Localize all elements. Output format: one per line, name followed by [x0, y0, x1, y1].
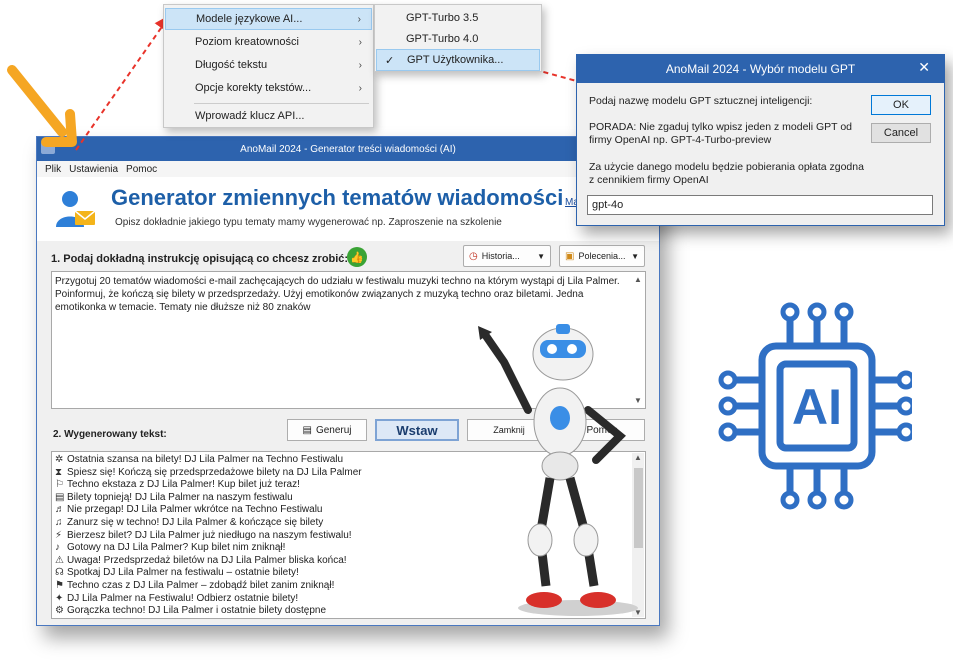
dialog-prompt: Podaj nazwę modelu GPT sztucznej intelig…	[589, 95, 813, 107]
list-item-text: Spiesz się! Kończą się przedsprzedażowe …	[67, 466, 362, 478]
dialog-titlebar: AnoMail 2024 - Wybór modelu GPT ✕	[577, 55, 944, 83]
submenu-item-gpt35[interactable]: GPT-Turbo 3.5	[376, 7, 540, 29]
emoji-icon: ♫	[55, 516, 63, 528]
menu-item-label: Modele językowe AI...	[196, 13, 303, 25]
menu-separator	[194, 103, 369, 104]
emoji-icon: ☊	[55, 567, 64, 579]
ok-button[interactable]: OK	[871, 95, 931, 115]
dialog-fee-note: Za użycie danego modelu będzie pobierani…	[589, 161, 864, 186]
ai-chip-icon: AI	[718, 302, 912, 510]
highlight-arrow-icon	[7, 65, 77, 147]
menu-item-text-length[interactable]: Długość tekstu ›	[165, 54, 372, 76]
close-icon[interactable]: ✕	[918, 59, 930, 76]
emoji-icon: ♬	[55, 504, 65, 516]
insert-button[interactable]: Wstaw	[375, 419, 459, 441]
submenu-item-label: GPT-Turbo 4.0	[406, 33, 479, 45]
menubar: Plik Ustawienia Pomoc	[37, 161, 659, 177]
menu-item-api-key[interactable]: Wprowadź klucz API...	[165, 105, 372, 127]
list-item-text: Bierzesz bilet? DJ Lila Palmer już niedł…	[67, 529, 352, 541]
commands-label: Polecenia...	[578, 251, 626, 261]
list-item-text: Bilety topnieją! DJ Lila Palmer na naszy…	[67, 491, 293, 503]
emoji-icon: ✦	[55, 592, 64, 604]
submenu-item-custom[interactable]: ✓ GPT Użytkownika...	[376, 49, 540, 71]
list-item-text: Zanurz się w techno! DJ Lila Palmer & ko…	[67, 516, 324, 528]
robot-illustration	[478, 324, 638, 616]
section1-label: 1. Podaj dokładną instrukcję opisującą c…	[51, 253, 349, 265]
model-dialog: AnoMail 2024 - Wybór modelu GPT ✕ Podaj …	[576, 54, 945, 226]
emoji-icon: ⚐	[55, 479, 64, 491]
dialog-title: AnoMail 2024 - Wybór modelu GPT	[665, 62, 856, 76]
cancel-button[interactable]: Cancel	[871, 123, 931, 143]
list-item-text: Spotkaj DJ Lila Palmer na festiwalu – os…	[67, 567, 299, 579]
menu-settings[interactable]: Ustawienia	[69, 164, 118, 175]
submenu-item-label: GPT Użytkownika...	[407, 54, 504, 66]
ai-chip-label: AI	[792, 379, 842, 435]
settings-menu: Modele językowe AI... › Poziom kreatowno…	[163, 4, 374, 128]
generate-button[interactable]: ▤ Generuj	[287, 419, 367, 441]
menu-item-label: Poziom kreatowności	[195, 36, 299, 48]
menu-item-label: Długość tekstu	[195, 59, 268, 71]
checkmark-icon: ✓	[385, 54, 395, 67]
list-item-text: Ostatnia szansa na bilety! DJ Lila Palme…	[67, 454, 344, 465]
list-item-text: Nie przegap! DJ Lila Palmer wkrótce na T…	[67, 504, 323, 516]
submenu-item-gpt40[interactable]: GPT-Turbo 4.0	[376, 28, 540, 50]
instruction-text: Przygotuj 20 tematów wiadomości e-mail z…	[55, 276, 620, 313]
history-label: Historia...	[481, 251, 520, 261]
emoji-icon: ⧗	[55, 466, 63, 478]
chevron-down-icon: ▼	[537, 251, 545, 261]
models-submenu: GPT-Turbo 3.5 GPT-Turbo 4.0 ✓ GPT Użytko…	[374, 4, 542, 72]
user-mail-icon	[56, 191, 96, 227]
menu-item-label: Opcje korekty tekstów...	[195, 82, 312, 94]
list-item-text: Uwaga! Przedsprzedaż biletów na DJ Lila …	[67, 554, 347, 566]
list-item-text: DJ Lila Palmer na Festiwalu! Odbierz ost…	[67, 592, 299, 604]
scroll-up-icon[interactable]: ▲	[634, 273, 642, 286]
emoji-icon: ▤	[55, 491, 65, 503]
history-dropdown[interactable]: ◷ Historia... ▼	[463, 245, 551, 267]
insert-label: Wstaw	[396, 422, 438, 438]
header: Generator zmiennych tematów wiadomości O…	[37, 177, 659, 241]
chevron-right-icon: ›	[358, 82, 362, 94]
chevron-right-icon: ›	[358, 59, 362, 71]
list-item-text: Gotowy na DJ Lila Palmer? Kup bilet nim …	[67, 542, 286, 554]
menu-file[interactable]: Plik	[45, 164, 61, 175]
window-titlebar: AnoMail 2024 - Generator treści wiadomoś…	[37, 137, 659, 161]
generate-label: Generuj	[315, 424, 352, 436]
list-item-text: Techno ekstaza z DJ Lila Palmer! Kup bil…	[67, 479, 300, 491]
menu-item-creativity[interactable]: Poziom kreatowności ›	[165, 31, 372, 53]
generate-icon: ▤	[302, 424, 312, 436]
chevron-right-icon: ›	[358, 36, 362, 48]
window-title: AnoMail 2024 - Generator treści wiadomoś…	[240, 143, 456, 155]
menu-item-language-models[interactable]: Modele językowe AI... ›	[165, 8, 372, 30]
submenu-item-label: GPT-Turbo 3.5	[406, 12, 479, 24]
emoji-icon: ✲	[55, 454, 64, 465]
list-item-text: Gorączka techno! DJ Lila Palmer i ostatn…	[67, 605, 327, 617]
menu-help[interactable]: Pomoc	[126, 164, 157, 175]
commands-dropdown[interactable]: ▣ Polecenia... ▼	[559, 245, 645, 267]
emoji-icon: ⚙	[55, 605, 64, 617]
menu-item-correction-options[interactable]: Opcje korekty tekstów... ›	[165, 77, 372, 99]
emoji-icon: ♪	[55, 542, 60, 554]
model-name-input[interactable]: gpt-4o	[587, 195, 933, 215]
chevron-down-icon: ▼	[631, 251, 639, 261]
section2-label: 2. Wygenerowany tekst:	[53, 429, 167, 440]
page-subtitle: Opisz dokładnie jakiego typu tematy mamy…	[115, 217, 502, 228]
clock-icon: ◷	[469, 250, 478, 262]
dialog-hint: PORADA: Nie zgaduj tylko wpisz jeden z m…	[589, 121, 853, 146]
commands-icon: ▣	[565, 250, 575, 262]
page-title: Generator zmiennych tematów wiadomości	[111, 185, 564, 210]
list-item-text: Techno czas z DJ Lila Palmer – zdobądź b…	[67, 579, 335, 591]
thumbs-up-icon: 👍	[347, 247, 367, 267]
menu-item-label: Wprowadź klucz API...	[195, 110, 305, 122]
emoji-icon: ⚑	[55, 579, 64, 591]
chevron-right-icon: ›	[357, 13, 361, 25]
emoji-icon: ⚠	[55, 554, 64, 566]
emoji-icon: ⚡	[55, 529, 63, 541]
